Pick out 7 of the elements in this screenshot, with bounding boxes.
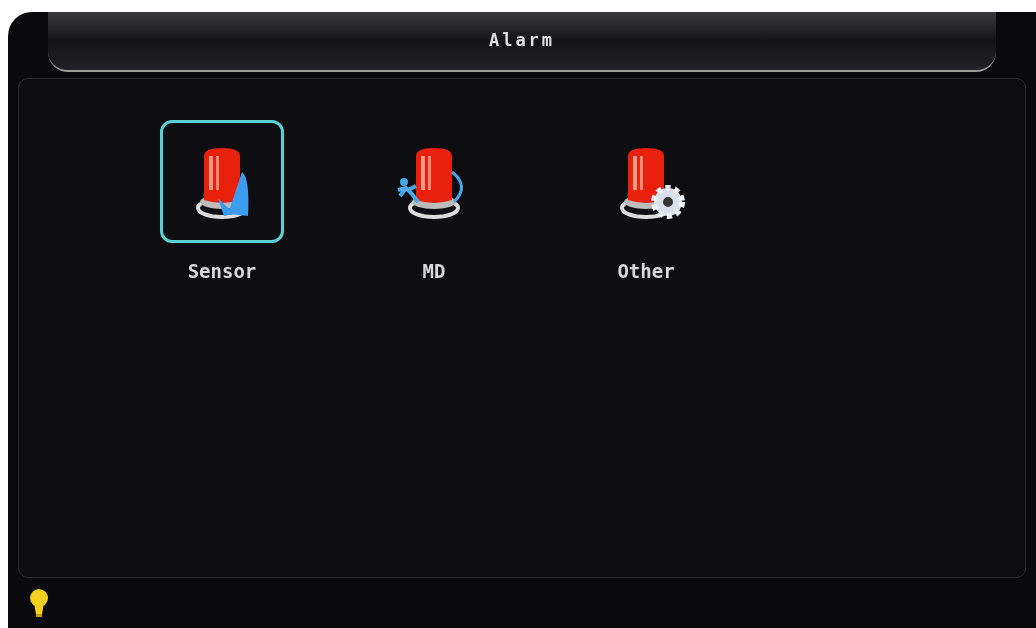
item-label: Other (617, 259, 675, 284)
item-label: MD (422, 259, 446, 284)
lightbulb-icon (28, 588, 50, 618)
menu-item[interactable]: Other (580, 120, 712, 286)
window-title: Alarm (488, 29, 556, 53)
menu-item[interactable]: MD (368, 120, 500, 286)
item-label: Sensor (187, 259, 257, 284)
